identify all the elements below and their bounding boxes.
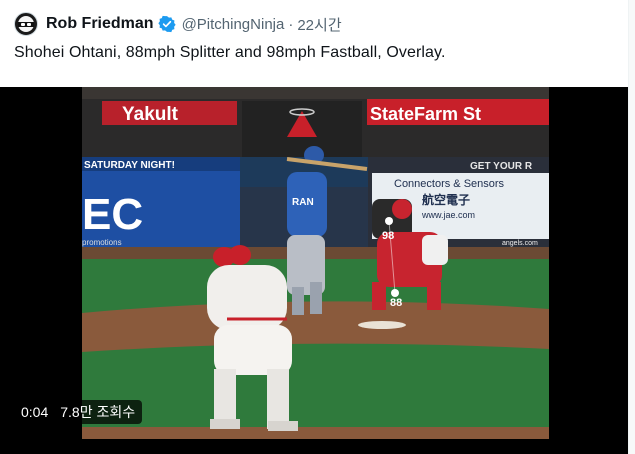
fastball-speed-label: 98 [382, 230, 394, 242]
tweet-header: Rob Friedman @PitchingNinja · 22시간 [14, 10, 342, 38]
video-scene: Yakult StateFarm St SATURDAY NIGHT! EC p… [82, 87, 549, 439]
verified-badge-icon [157, 15, 176, 33]
timeline-edge [628, 0, 635, 454]
video-player[interactable]: Yakult StateFarm St SATURDAY NIGHT! EC p… [0, 87, 635, 454]
separator-dot: · [288, 15, 294, 33]
banner-statefarm: StateFarm St [370, 104, 481, 124]
avatar[interactable] [14, 12, 38, 36]
video-frame[interactable]: Yakult StateFarm St SATURDAY NIGHT! EC p… [82, 87, 549, 439]
banner-yakult: Yakult [122, 104, 179, 125]
board-right-line1: Connectors & Sensors [394, 178, 505, 190]
board-right-line3: www.jae.com [421, 210, 475, 220]
board-left-logo: EC [82, 190, 143, 239]
board-right-header: GET YOUR R [470, 161, 533, 172]
video-view-count: 7.8만 조회수 [60, 404, 136, 420]
video-time-badge: 0:04 7.8만 조회수 [14, 400, 143, 424]
tweet-timestamp[interactable]: 22시간 [297, 14, 341, 35]
tweet-text: Shohei Ohtani, 88mph Splitter and 98mph … [14, 44, 446, 61]
board-left-header: SATURDAY NIGHT! [84, 160, 175, 171]
splitter-speed-label: 88 [390, 297, 402, 309]
video-elapsed: 0:04 [21, 404, 49, 420]
board-right-line2: 航空電子 [422, 192, 470, 207]
svg-text:RAN: RAN [292, 197, 314, 208]
board-right-foot: angels.com [502, 240, 538, 247]
author-handle[interactable]: @PitchingNinja [182, 16, 285, 33]
author-name[interactable]: Rob Friedman [46, 15, 154, 33]
board-left-foot: promotions [82, 238, 122, 247]
